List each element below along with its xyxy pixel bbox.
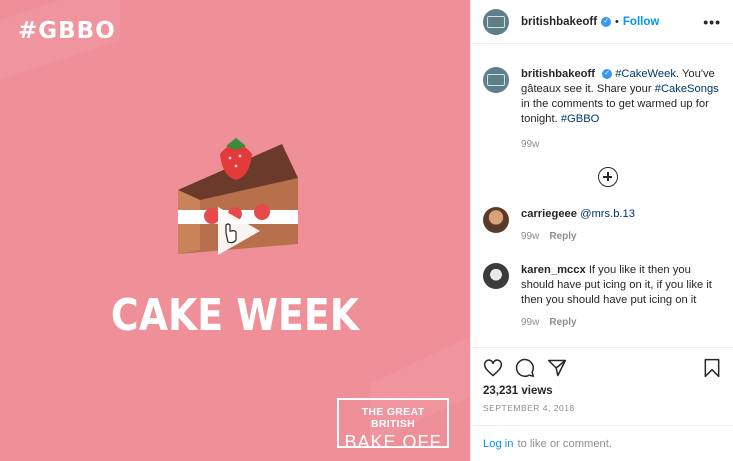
- avatar[interactable]: [483, 207, 509, 233]
- comment-item: karen_mccx If you like it then you shoul…: [471, 263, 733, 330]
- brand-line1: THE GREAT BRITISH: [361, 406, 425, 430]
- comment-mention[interactable]: @mrs.b.13: [580, 208, 635, 220]
- hashtag-link[interactable]: #CakeWeek: [615, 68, 676, 80]
- comment-username[interactable]: karen_mccx: [521, 264, 586, 276]
- comment-age[interactable]: 99w: [521, 231, 539, 242]
- bookmark-icon[interactable]: [702, 358, 722, 378]
- comment-age[interactable]: 99w: [521, 317, 539, 328]
- brand-line2: BAKE OFF: [344, 432, 442, 452]
- avatar[interactable]: [483, 8, 509, 35]
- comments-section: britishbakeoff ✓ #CakeWeek. You've gâtea…: [471, 45, 733, 347]
- caption: britishbakeoff ✓ #CakeWeek. You've gâtea…: [471, 67, 733, 152]
- reply-button[interactable]: Reply: [549, 317, 576, 328]
- media-title: CAKE WEEK: [110, 290, 360, 341]
- verified-badge-icon: ✓: [602, 69, 613, 80]
- verified-badge-icon: ✓: [601, 16, 612, 27]
- hashtag-link[interactable]: #CakeSongs: [655, 83, 719, 95]
- more-options-icon[interactable]: •••: [703, 14, 721, 30]
- avatar[interactable]: [483, 263, 509, 289]
- login-bar: Log in to like or comment.: [471, 425, 733, 461]
- action-bar: 23,231 views SEPTEMBER 4, 2018: [471, 347, 733, 413]
- caption-text: in the comments to get warmed up for ton…: [521, 98, 709, 125]
- comment-username[interactable]: carriegeee: [521, 208, 577, 220]
- heart-icon[interactable]: [483, 358, 503, 378]
- comment-item: carriegeee @mrs.b.13 99w Reply: [471, 207, 733, 244]
- follow-button[interactable]: Follow: [623, 16, 659, 28]
- login-link[interactable]: Log in: [483, 438, 513, 450]
- share-icon[interactable]: [547, 358, 567, 378]
- view-count[interactable]: 23,231 views: [483, 385, 722, 397]
- media-hashtag: #GBBO: [18, 18, 116, 44]
- avatar[interactable]: [483, 67, 509, 93]
- separator-dot: •: [615, 15, 619, 28]
- brand-logo: THE GREAT BRITISH BAKE OFF: [337, 398, 449, 452]
- reply-button[interactable]: Reply: [549, 231, 576, 242]
- caption-username[interactable]: britishbakeoff: [521, 68, 595, 80]
- header-username[interactable]: britishbakeoff: [521, 16, 597, 28]
- load-more-comments-icon[interactable]: [598, 167, 618, 187]
- post-date[interactable]: SEPTEMBER 4, 2018: [483, 403, 722, 413]
- login-suffix: to like or comment.: [517, 437, 612, 450]
- post-panel: britishbakeoff ✓ • Follow ••• britishbak…: [470, 0, 733, 461]
- post-header: britishbakeoff ✓ • Follow •••: [471, 0, 733, 44]
- comment-icon[interactable]: [515, 358, 535, 378]
- video-player[interactable]: #GBBO CAKE WEEK THE GREAT BRITISH BAKE O…: [0, 0, 470, 461]
- caption-age[interactable]: 99w: [521, 139, 539, 150]
- hashtag-link[interactable]: #GBBO: [561, 113, 600, 125]
- instagram-post: #GBBO CAKE WEEK THE GREAT BRITISH BAKE O…: [0, 0, 733, 461]
- play-icon[interactable]: [212, 205, 264, 257]
